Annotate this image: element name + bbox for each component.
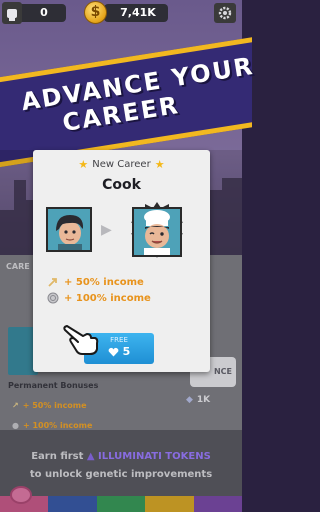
cook-avatar: [132, 207, 182, 257]
top-bar: 0 7,41K $: [0, 0, 242, 26]
bonus-row: + 50% income: [47, 276, 144, 288]
star-icon: ★: [78, 158, 89, 171]
career-title: Cook: [102, 177, 141, 193]
fist-icon[interactable]: [2, 2, 22, 24]
raise-icon: [48, 278, 57, 287]
gear-icon[interactable]: [214, 3, 236, 23]
money-counter: 7,41K: [104, 4, 168, 22]
new-career-dialog: ★ New Career ★ Cook ▶ + 50% income + 100…: [33, 150, 210, 372]
star-icon: ★: [154, 158, 165, 171]
dialog-subtitle: ★ New Career ★: [78, 158, 165, 171]
arrow-right-icon: ▶: [101, 222, 112, 238]
new-avatar-frame: [123, 202, 191, 262]
pointing-hand-icon: [63, 325, 99, 355]
heart-gem-icon: [108, 347, 119, 356]
bonus-row: + 100% income: [47, 292, 151, 304]
silver-coin-icon: [47, 292, 59, 304]
current-avatar: [46, 207, 92, 252]
coin-icon: $: [84, 1, 107, 24]
